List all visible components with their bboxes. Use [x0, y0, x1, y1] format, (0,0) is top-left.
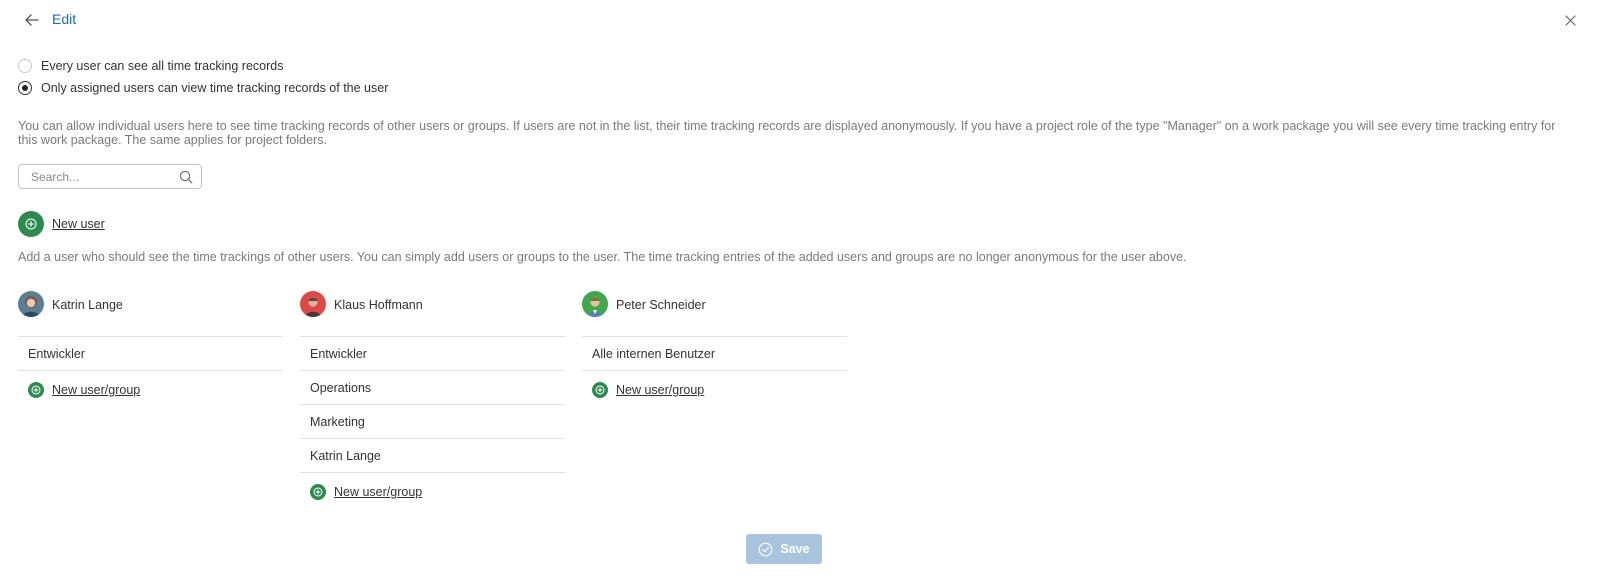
user-name: Klaus Hoffmann	[334, 298, 423, 312]
user-card-header: Peter Schneider	[582, 291, 847, 337]
new-user-label[interactable]: New user	[52, 217, 105, 231]
search-icon[interactable]	[175, 166, 197, 188]
user-name: Katrin Lange	[52, 298, 123, 312]
new-user-group-button[interactable]: New user/group	[300, 473, 565, 511]
add-circle-icon	[18, 211, 44, 237]
search-box	[18, 164, 202, 189]
radio-every-user[interactable]: Every user can see all time tracking rec…	[18, 59, 283, 73]
member-item: Marketing	[300, 405, 565, 439]
member-item: Alle internen Benutzer	[582, 337, 847, 371]
save-button[interactable]: Save	[746, 534, 822, 564]
member-item: Entwickler	[18, 337, 283, 371]
member-item: Operations	[300, 371, 565, 405]
member-item: Entwickler	[300, 337, 565, 371]
visibility-description: You can allow individual users here to s…	[18, 119, 1556, 147]
user-card-header: Klaus Hoffmann	[300, 291, 565, 337]
user-card-katrin-lange: Katrin Lange Entwickler New user/group	[18, 291, 283, 409]
save-label: Save	[780, 542, 810, 556]
radio-button-checked[interactable]	[18, 81, 32, 95]
radio-only-assigned[interactable]: Only assigned users can view time tracki…	[18, 81, 388, 95]
avatar	[582, 291, 608, 317]
new-user-group-label[interactable]: New user/group	[52, 383, 140, 397]
radio-label: Every user can see all time tracking rec…	[41, 59, 284, 73]
new-user-group-label[interactable]: New user/group	[334, 485, 422, 499]
user-name: Peter Schneider	[616, 298, 706, 312]
add-circle-icon	[310, 484, 326, 500]
user-card-header: Katrin Lange	[18, 291, 283, 337]
add-circle-icon	[28, 382, 44, 398]
new-user-description: Add a user who should see the time track…	[18, 250, 1187, 264]
close-icon[interactable]	[1560, 10, 1580, 30]
new-user-group-button[interactable]: New user/group	[582, 371, 847, 409]
page-title: Edit	[52, 11, 77, 27]
radio-label: Only assigned users can view time tracki…	[41, 81, 389, 95]
member-item: Katrin Lange	[300, 439, 565, 473]
new-user-group-button[interactable]: New user/group	[18, 371, 283, 409]
check-circle-icon	[758, 542, 773, 557]
user-card-klaus-hoffmann: Klaus Hoffmann Entwickler Operations Mar…	[300, 291, 565, 511]
radio-button[interactable]	[18, 59, 32, 73]
new-user-group-label[interactable]: New user/group	[616, 383, 704, 397]
new-user-button[interactable]: New user	[18, 211, 105, 237]
add-circle-icon	[592, 382, 608, 398]
header: Edit	[0, 0, 1600, 40]
avatar	[18, 291, 44, 317]
avatar	[300, 291, 326, 317]
user-card-peter-schneider: Peter Schneider Alle internen Benutzer N…	[582, 291, 847, 409]
back-arrow-icon[interactable]	[22, 10, 42, 30]
search-input[interactable]	[19, 166, 175, 187]
